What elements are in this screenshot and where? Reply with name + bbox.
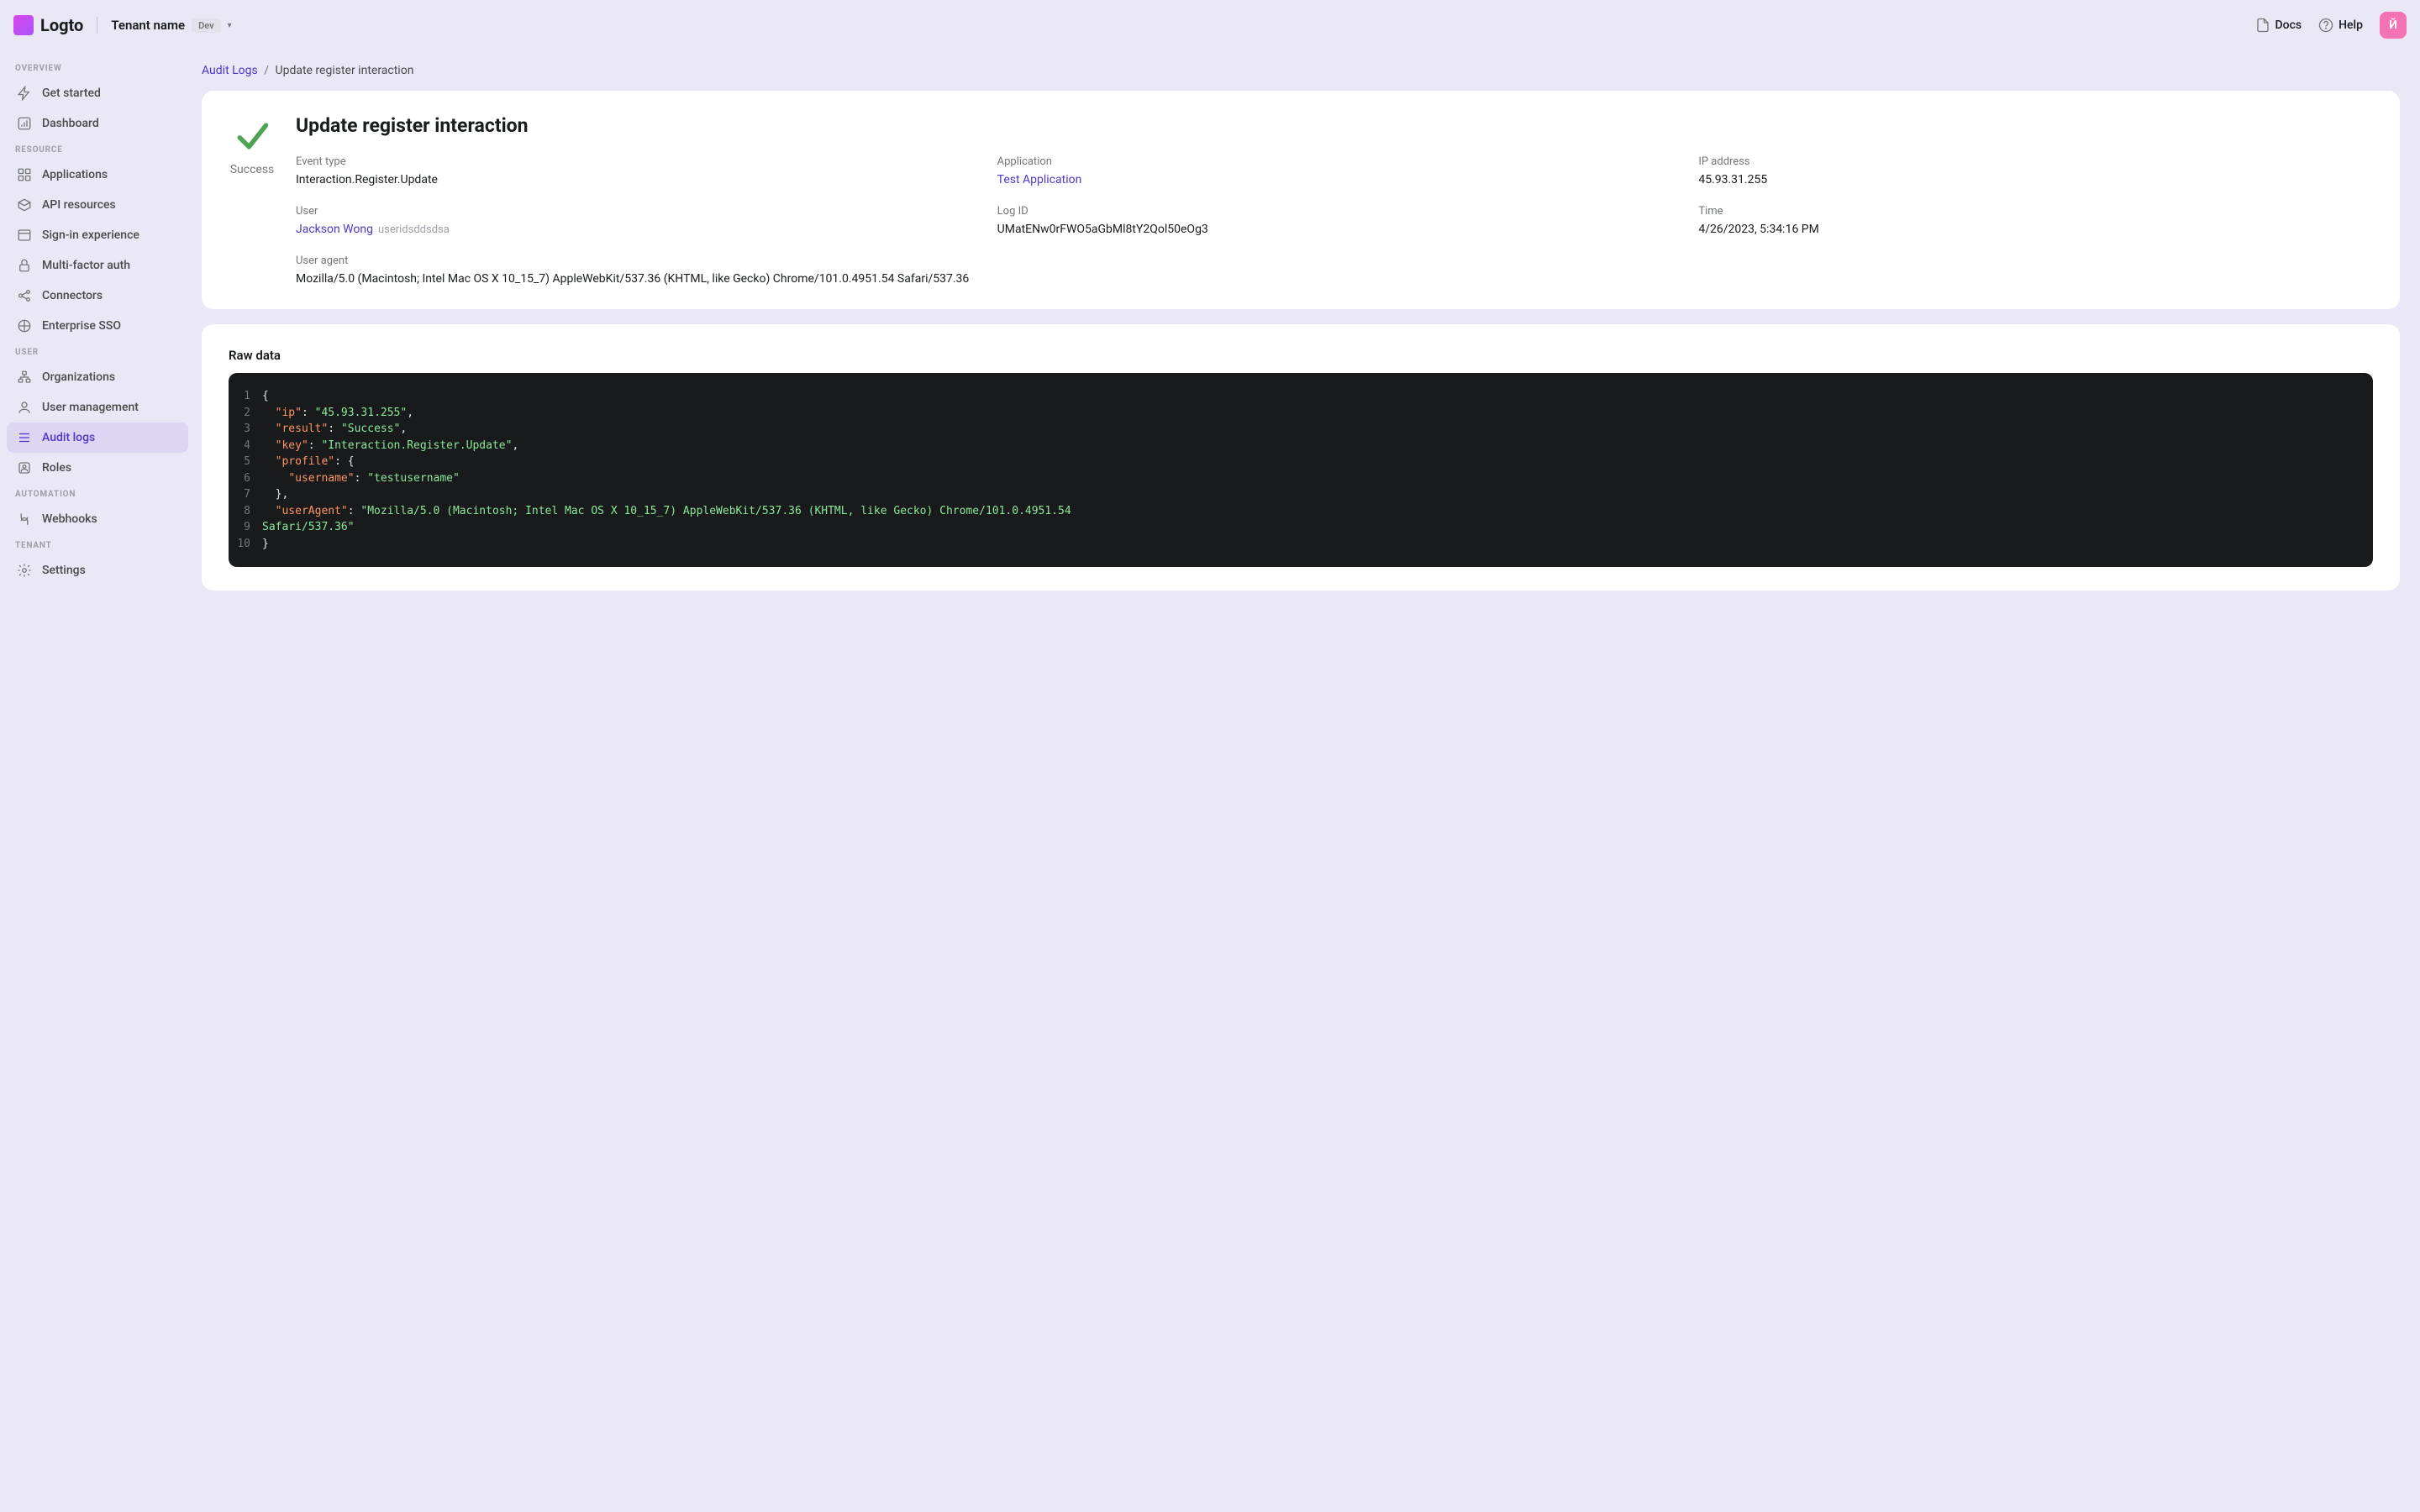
sidebar-item-label: Webhooks: [42, 512, 97, 526]
sidebar-item-audit-logs[interactable]: Audit logs: [7, 423, 188, 453]
document-icon: [2255, 18, 2270, 33]
help-link[interactable]: Help: [2318, 18, 2363, 33]
sidebar-item-multi-factor-auth[interactable]: Multi-factor auth: [7, 250, 188, 281]
sidebar: OVERVIEW Get started Dashboard RESOURCE Appl…: [0, 50, 195, 626]
sidebar-section-header: OVERVIEW: [7, 57, 188, 78]
chevron-down-icon: ▾: [228, 21, 232, 30]
time-value: 4/26/2023, 5:34:16 PM: [1698, 223, 2373, 236]
avatar[interactable]: Й: [2380, 12, 2407, 39]
event-type-value: Interaction.Register.Update: [296, 173, 971, 186]
tenant-name: Tenant name: [111, 18, 185, 33]
user-link[interactable]: Jackson Wong: [296, 223, 373, 236]
grid-icon: [17, 167, 32, 182]
chart-icon: [17, 116, 32, 131]
sidebar-section-header: RESOURCE: [7, 139, 188, 160]
sidebar-section-header: TENANT: [7, 534, 188, 555]
main-content: Audit Logs / Update register interaction…: [195, 50, 2420, 626]
sidebar-item-settings[interactable]: Settings: [7, 555, 188, 585]
sidebar-item-api-resources[interactable]: API resources: [7, 190, 188, 220]
sidebar-item-label: API resources: [42, 198, 116, 212]
window-icon: [17, 228, 32, 243]
tenant-switcher[interactable]: Tenant name Dev ▾: [111, 18, 231, 33]
sidebar-item-user-management[interactable]: User management: [7, 392, 188, 423]
org-icon: [17, 370, 32, 385]
logo-text: Logto: [40, 15, 83, 35]
box-icon: [17, 197, 32, 213]
sidebar-item-sign-in-experience[interactable]: Sign-in experience: [7, 220, 188, 250]
sidebar-item-label: User management: [42, 401, 139, 414]
logid-value: UMatENw0rFWO5aGbMl8tY2Qol50eOg3: [997, 223, 1672, 236]
user-id: useridsddsdsa: [378, 223, 450, 236]
sidebar-item-label: Dashboard: [42, 117, 99, 130]
ip-value: 45.93.31.255: [1698, 173, 2373, 186]
logo[interactable]: Logto: [13, 15, 83, 35]
application-link[interactable]: Test Application: [997, 173, 1082, 186]
sidebar-item-organizations[interactable]: Organizations: [7, 362, 188, 392]
sidebar-item-label: Get started: [42, 87, 101, 100]
sidebar-item-label: Settings: [42, 564, 86, 577]
sidebar-item-dashboard[interactable]: Dashboard: [7, 108, 188, 139]
sidebar-item-label: Applications: [42, 168, 108, 181]
sidebar-item-applications[interactable]: Applications: [7, 160, 188, 190]
share-icon: [17, 288, 32, 303]
lock-icon: [17, 258, 32, 273]
success-check-icon: [234, 118, 271, 155]
sidebar-item-connectors[interactable]: Connectors: [7, 281, 188, 311]
list-icon: [17, 430, 32, 445]
sidebar-item-label: Enterprise SSO: [42, 319, 121, 333]
detail-card: Success Update register interaction Even…: [202, 91, 2400, 309]
role-icon: [17, 460, 32, 475]
breadcrumb-parent[interactable]: Audit Logs: [202, 64, 258, 77]
sidebar-item-label: Audit logs: [42, 431, 95, 444]
sidebar-item-enterprise-sso[interactable]: Enterprise SSO: [7, 311, 188, 341]
sidebar-section-header: USER: [7, 341, 188, 362]
sidebar-item-label: Roles: [42, 461, 71, 475]
status-text: Success: [230, 163, 275, 176]
raw-card: Raw data 1{2 "ip": "45.93.31.255",3 "res…: [202, 324, 2400, 591]
breadcrumb: Audit Logs / Update register interaction: [202, 50, 2400, 91]
raw-title: Raw data: [229, 348, 2373, 363]
sidebar-item-roles[interactable]: Roles: [7, 453, 188, 483]
sidebar-item-get-started[interactable]: Get started: [7, 78, 188, 108]
sidebar-item-label: Multi-factor auth: [42, 259, 130, 272]
sidebar-item-label: Sign-in experience: [42, 228, 139, 242]
page-title: Update register interaction: [296, 114, 2373, 137]
logo-icon: [13, 15, 34, 35]
docs-link[interactable]: Docs: [2255, 18, 2302, 33]
ua-value: Mozilla/5.0 (Macintosh; Intel Mac OS X 1…: [296, 272, 2373, 286]
sidebar-item-label: Organizations: [42, 370, 115, 384]
hook-icon: [17, 512, 32, 527]
sidebar-section-header: AUTOMATION: [7, 483, 188, 504]
breadcrumb-current: Update register interaction: [276, 64, 414, 77]
raw-json-block[interactable]: 1{2 "ip": "45.93.31.255",3 "result": "Su…: [229, 373, 2373, 567]
topbar: Logto Tenant name Dev ▾ Docs Help Й: [0, 0, 2420, 50]
help-icon: [2318, 18, 2333, 33]
zap-icon: [17, 86, 32, 101]
sso-icon: [17, 318, 32, 333]
tenant-badge: Dev: [192, 18, 221, 33]
gear-icon: [17, 563, 32, 578]
sidebar-item-webhooks[interactable]: Webhooks: [7, 504, 188, 534]
user-icon: [17, 400, 32, 415]
sidebar-item-label: Connectors: [42, 289, 103, 302]
